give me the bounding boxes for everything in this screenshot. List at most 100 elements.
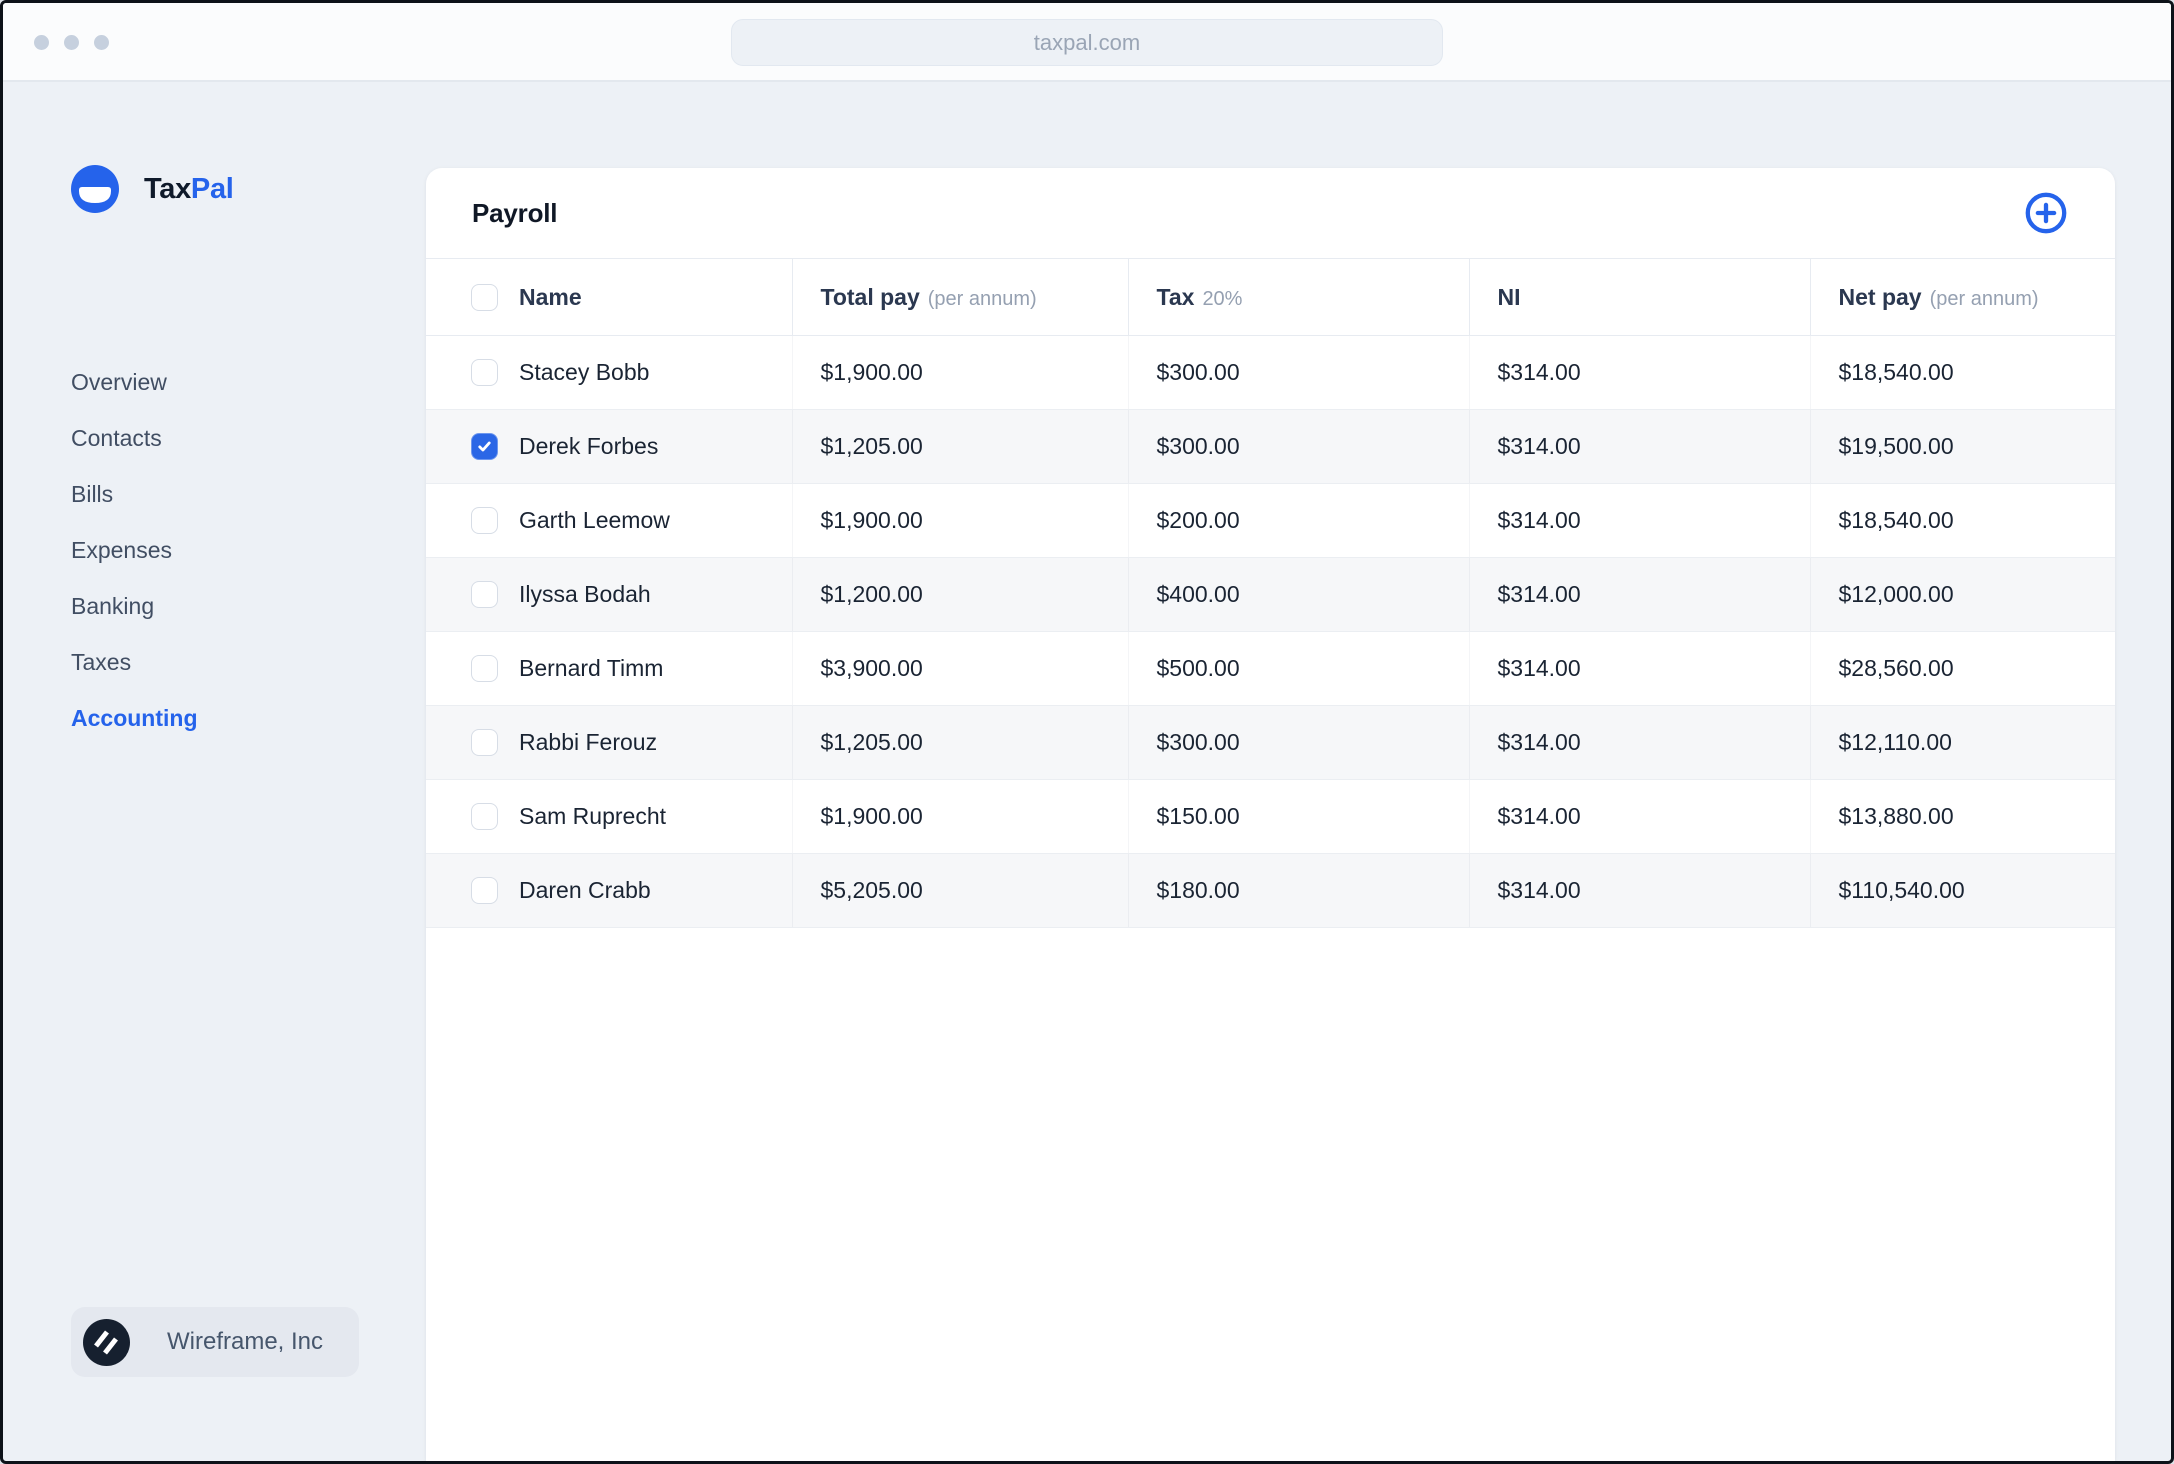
net-pay-value: $18,540.00 [1809,335,2115,410]
column-header-tax-suffix: 20% [1202,287,1243,310]
ni-value: $314.00 [1468,483,1810,558]
employee-name: Stacey Bobb [519,359,650,385]
company-logo-icon [83,1318,130,1366]
payroll-card: Payroll Name Total pay (per annum) Tax 2… [426,168,2115,1461]
sidebar-item-bills[interactable]: Bills [71,466,198,522]
circle-plus-icon [2025,192,2067,234]
sidebar: TaxPal Overview Contacts Bills Expenses … [3,84,426,1461]
employee-name-cell: Daren Crabb [426,853,792,928]
row-checkbox[interactable] [471,877,498,904]
ni-value: $314.00 [1468,409,1810,484]
address-bar[interactable]: taxpal.com [731,19,1443,66]
taxpal-logo-icon [71,165,119,213]
company-switcher[interactable]: Wireframe, Inc [71,1307,359,1377]
employee-name: Garth Leemow [519,507,670,533]
ni-value: $314.00 [1468,631,1810,706]
sidebar-item-accounting[interactable]: Accounting [71,690,198,746]
table-row: Rabbi Ferouz $1,205.00 $300.00 $314.00 $… [426,705,2115,780]
total-pay-value: $1,205.00 [791,409,1128,484]
net-pay-value: $12,000.00 [1809,557,2115,632]
row-checkbox[interactable] [471,507,498,534]
sidebar-item-banking[interactable]: Banking [71,578,198,634]
row-checkbox[interactable] [471,803,498,830]
row-checkbox[interactable] [471,433,498,460]
tax-value: $200.00 [1127,483,1469,558]
net-pay-value: $12,110.00 [1809,705,2115,780]
employee-name-cell: Ilyssa Bodah [426,557,792,632]
net-pay-value: $28,560.00 [1809,631,2115,706]
tax-value: $150.00 [1127,779,1469,854]
column-header-name-label: Name [519,283,582,310]
ni-value: $314.00 [1468,335,1810,410]
net-pay-value: $18,540.00 [1809,483,2115,558]
brand-name: TaxPal [144,173,234,206]
ni-value: $314.00 [1468,853,1810,928]
window-control-dot[interactable] [34,35,49,50]
page-title: Payroll [472,197,558,228]
column-header-total-pay-suffix: (per annum) [927,287,1037,310]
row-checkbox[interactable] [471,729,498,756]
total-pay-value: $1,205.00 [791,705,1128,780]
total-pay-value: $3,900.00 [791,631,1128,706]
employee-name-cell: Stacey Bobb [426,335,792,410]
employee-name: Rabbi Ferouz [519,729,658,755]
net-pay-value: $13,880.00 [1809,779,2115,854]
column-header-net-pay-suffix: (per annum) [1929,287,2039,310]
ni-value: $314.00 [1468,705,1810,780]
browser-window: taxpal.com TaxPal Overview Contacts Bill… [0,0,2174,1464]
employee-name: Sam Ruprecht [519,803,667,829]
employee-name-cell: Rabbi Ferouz [426,705,792,780]
column-header-tax: Tax 20% [1127,258,1469,336]
employee-name: Daren Crabb [519,877,651,903]
sidebar-item-overview[interactable]: Overview [71,354,198,410]
tax-value: $300.00 [1127,335,1469,410]
sidebar-nav: Overview Contacts Bills Expenses Banking… [71,354,198,746]
brand-name-secondary: Pal [190,172,234,205]
table-row: Garth Leemow $1,900.00 $200.00 $314.00 $… [426,483,2115,558]
employee-name-cell: Derek Forbes [426,409,792,484]
total-pay-value: $1,200.00 [791,557,1128,632]
brand-name-primary: Tax [144,172,191,205]
employee-name-cell: Garth Leemow [426,483,792,558]
payroll-card-header: Payroll [426,168,2115,258]
table-row: Derek Forbes $1,205.00 $300.00 $314.00 $… [426,409,2115,484]
table-row: Ilyssa Bodah $1,200.00 $400.00 $314.00 $… [426,557,2115,632]
table-row: Bernard Timm $3,900.00 $500.00 $314.00 $… [426,631,2115,706]
total-pay-value: $1,900.00 [791,483,1128,558]
total-pay-value: $1,900.00 [791,335,1128,410]
tax-value: $300.00 [1127,705,1469,780]
brand: TaxPal [71,165,234,213]
ni-value: $314.00 [1468,779,1810,854]
add-payroll-entry-button[interactable] [2023,190,2069,236]
total-pay-value: $1,900.00 [791,779,1128,854]
address-bar-url: taxpal.com [1033,29,1141,55]
window-control-dot[interactable] [94,35,109,50]
table-row: Sam Ruprecht $1,900.00 $150.00 $314.00 $… [426,779,2115,854]
net-pay-value: $19,500.00 [1809,409,2115,484]
column-header-net-pay: Net pay (per annum) [1809,258,2115,336]
employee-name: Ilyssa Bodah [519,581,651,607]
row-checkbox[interactable] [471,655,498,682]
table-row: Stacey Bobb $1,900.00 $300.00 $314.00 $1… [426,335,2115,410]
tax-value: $500.00 [1127,631,1469,706]
tax-value: $180.00 [1127,853,1469,928]
row-checkbox[interactable] [471,359,498,386]
sidebar-item-taxes[interactable]: Taxes [71,634,198,690]
window-control-dot[interactable] [64,35,79,50]
company-name: Wireframe, Inc [167,1328,324,1355]
table-header-row: Name Total pay (per annum) Tax 20% NI Ne… [426,258,2115,336]
column-header-total-pay: Total pay (per annum) [791,258,1128,336]
tax-value: $400.00 [1127,557,1469,632]
sidebar-item-contacts[interactable]: Contacts [71,410,198,466]
employee-name-cell: Sam Ruprecht [426,779,792,854]
column-header-name: Name [426,258,792,336]
net-pay-value: $110,540.00 [1809,853,2115,928]
payroll-table: Name Total pay (per annum) Tax 20% NI Ne… [426,258,2115,928]
row-checkbox[interactable] [471,581,498,608]
browser-titlebar: taxpal.com [3,3,2171,82]
sidebar-item-expenses[interactable]: Expenses [71,522,198,578]
select-all-checkbox[interactable] [471,283,498,311]
total-pay-value: $5,205.00 [791,853,1128,928]
column-header-ni: NI [1468,258,1810,336]
tax-value: $300.00 [1127,409,1469,484]
